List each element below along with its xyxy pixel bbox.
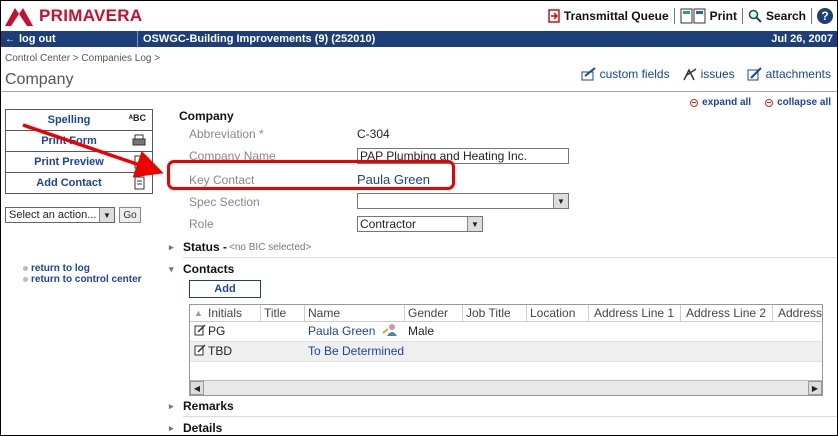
annotation-arrow-icon <box>22 123 164 178</box>
app-window: PRIMAVERA Transmittal Queue Print Search… <box>0 0 838 436</box>
